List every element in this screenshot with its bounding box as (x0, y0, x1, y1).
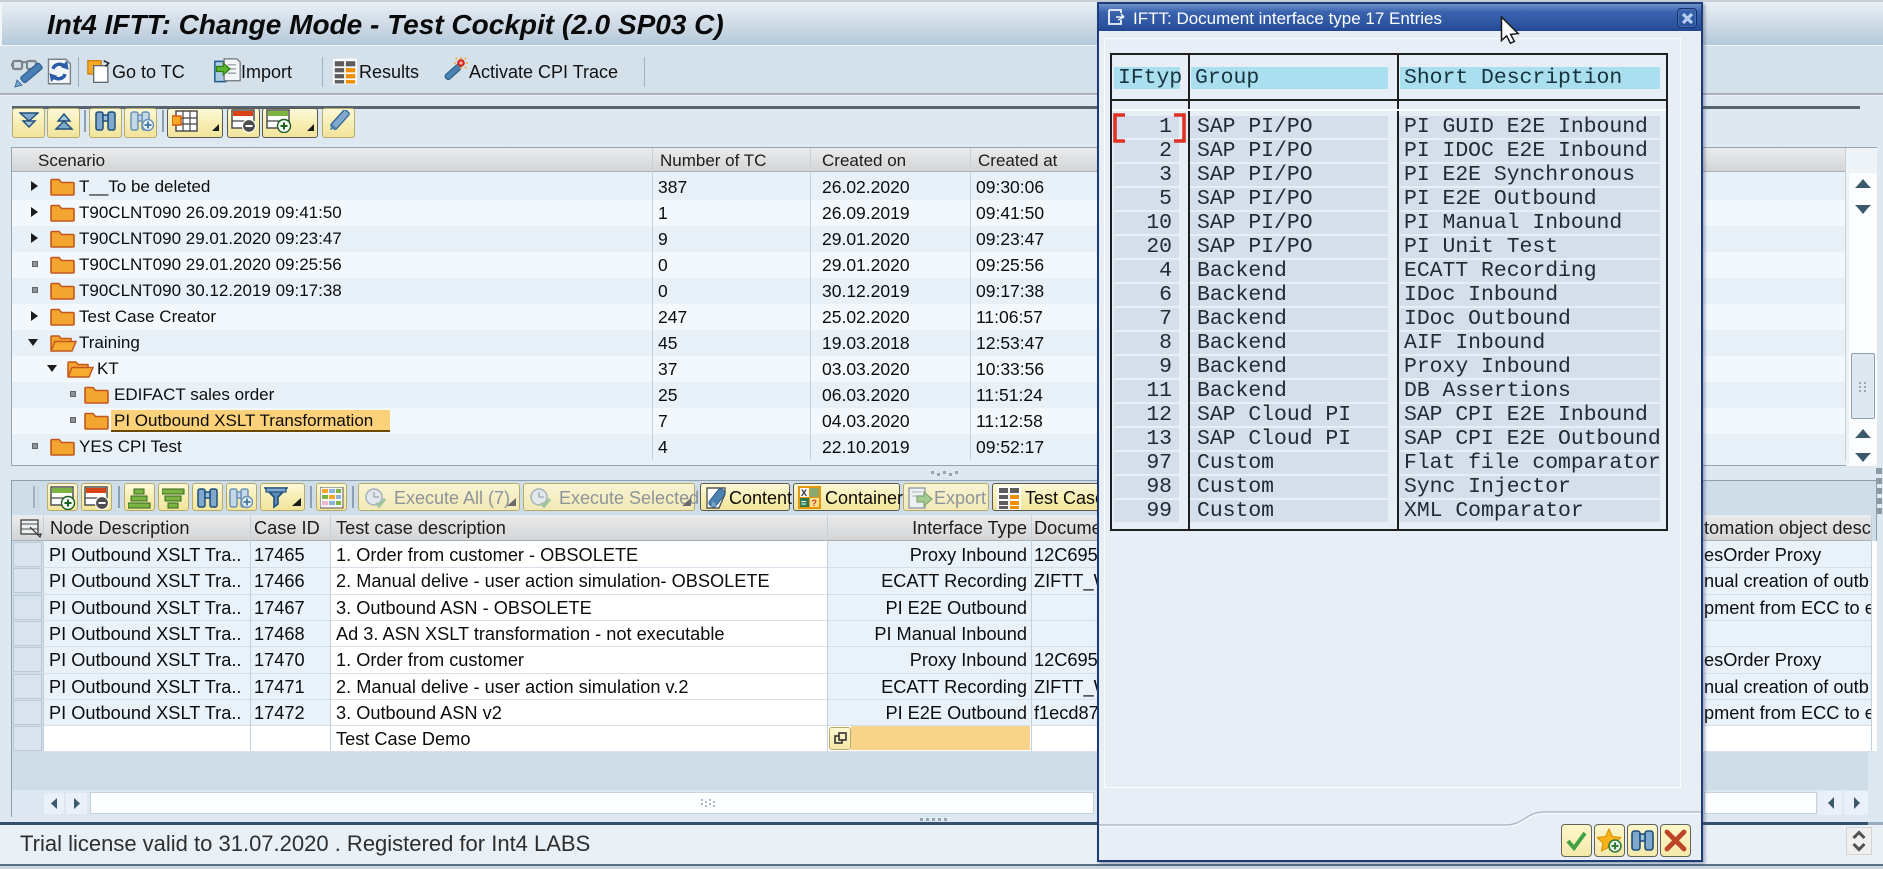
svg-text:=: = (801, 498, 806, 508)
svg-text:X: X (801, 488, 807, 498)
svg-text:?: ? (812, 498, 818, 508)
